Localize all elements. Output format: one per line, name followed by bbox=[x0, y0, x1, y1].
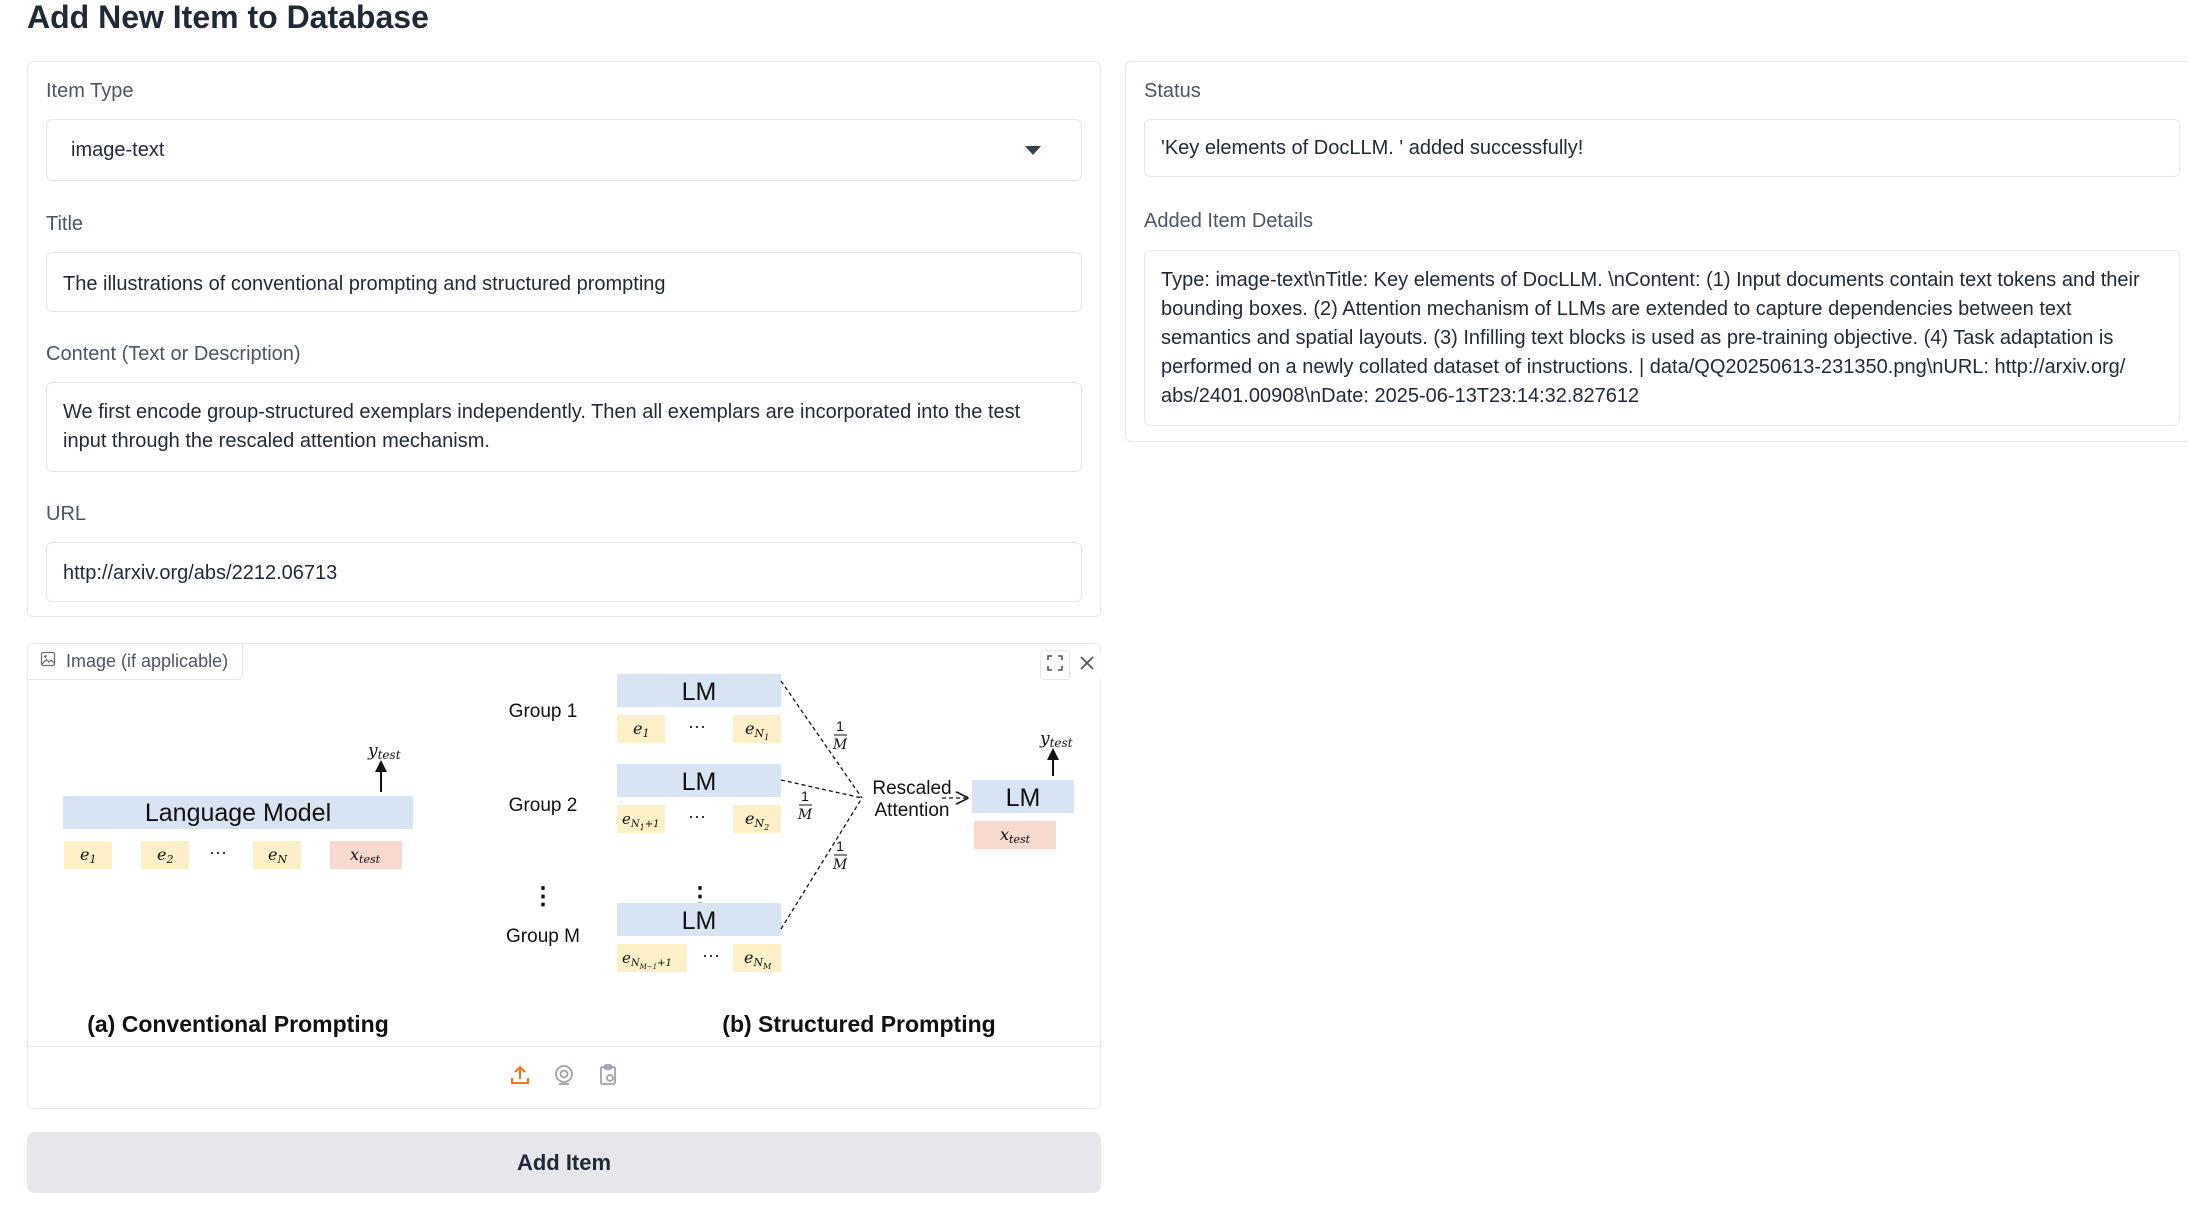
svg-text:LM: LM bbox=[682, 768, 717, 796]
content-textarea[interactable]: We first encode group-structured exempla… bbox=[46, 382, 1082, 472]
webcam-icon[interactable] bbox=[552, 1063, 576, 1092]
title-input[interactable]: The illustrations of conventional prompt… bbox=[46, 252, 1082, 312]
item-type-dropdown[interactable]: image-text bbox=[46, 119, 1082, 181]
svg-text:···: ··· bbox=[688, 806, 706, 826]
status-label: Status bbox=[1144, 80, 1201, 102]
rescaled-label: Rescaled bbox=[872, 778, 951, 799]
svg-text:M: M bbox=[832, 857, 848, 873]
add-item-button[interactable]: Add Item bbox=[27, 1132, 1101, 1193]
group-2-label: Group 2 bbox=[509, 795, 578, 816]
status-output[interactable]: 'Key elements of DocLLM. ' added success… bbox=[1144, 119, 2180, 177]
svg-text:1: 1 bbox=[801, 788, 809, 804]
result-panel: Status 'Key elements of DocLLM. ' added … bbox=[1125, 61, 2188, 442]
details-label: Added Item Details bbox=[1144, 210, 1313, 232]
caption-conventional: (a) Conventional Prompting bbox=[87, 1011, 389, 1037]
image-upload-panel[interactable]: Image (if applicable) Language Model yte… bbox=[27, 643, 1102, 1109]
svg-text:ytest: ytest bbox=[367, 741, 401, 762]
item-type-value: image-text bbox=[71, 138, 165, 161]
clipboard-icon[interactable] bbox=[596, 1063, 620, 1092]
svg-text:LM: LM bbox=[1006, 784, 1041, 812]
svg-text:1: 1 bbox=[836, 838, 844, 854]
image-source-toolbar bbox=[28, 1046, 1100, 1108]
figure-image: Language Model ytest e1 e2 ··· eN xtest … bbox=[63, 674, 1074, 1037]
svg-text:1: 1 bbox=[836, 718, 844, 734]
url-label: URL bbox=[46, 503, 87, 525]
svg-text:···: ··· bbox=[702, 945, 720, 965]
details-output[interactable]: Type: image-text\nTitle: Key elements of… bbox=[1144, 250, 2180, 426]
content-label: Content (Text or Description) bbox=[46, 343, 301, 365]
page-title: Add New Item to Database bbox=[27, 0, 429, 35]
svg-text:LM: LM bbox=[682, 678, 717, 706]
ellipsis-a: ··· bbox=[209, 842, 227, 862]
structured-prompting-diagram: Group 1 Group 2 ⋮ Group M LM e1 ··· eN1 … bbox=[506, 674, 1074, 1037]
conventional-prompting-diagram: Language Model ytest e1 e2 ··· eN xtest … bbox=[63, 741, 413, 1037]
svg-text:ytest: ytest bbox=[1039, 729, 1073, 750]
language-model-text: Language Model bbox=[145, 799, 331, 827]
group-1-label: Group 1 bbox=[509, 701, 578, 722]
svg-text:M: M bbox=[832, 737, 848, 753]
title-label: Title bbox=[46, 213, 84, 235]
group-m-label: Group M bbox=[506, 926, 580, 947]
svg-text:LM: LM bbox=[682, 907, 717, 935]
url-input[interactable]: http://arxiv.org/abs/2212.06713 bbox=[46, 542, 1082, 602]
y-test-a-sub: test bbox=[378, 748, 401, 762]
y-test-a: y bbox=[367, 741, 378, 761]
svg-text:M: M bbox=[797, 807, 813, 823]
svg-text:···: ··· bbox=[688, 716, 706, 736]
attention-label: Attention bbox=[875, 800, 950, 821]
item-type-label: Item Type bbox=[46, 80, 134, 102]
caption-structured: (b) Structured Prompting bbox=[722, 1011, 995, 1037]
item-form-panel: Item Type image-text Title The illustrat… bbox=[27, 61, 1101, 617]
upload-icon[interactable] bbox=[508, 1063, 532, 1092]
dropdown-caret-icon bbox=[1025, 145, 1041, 155]
vdots-left: ⋮ bbox=[531, 883, 555, 910]
